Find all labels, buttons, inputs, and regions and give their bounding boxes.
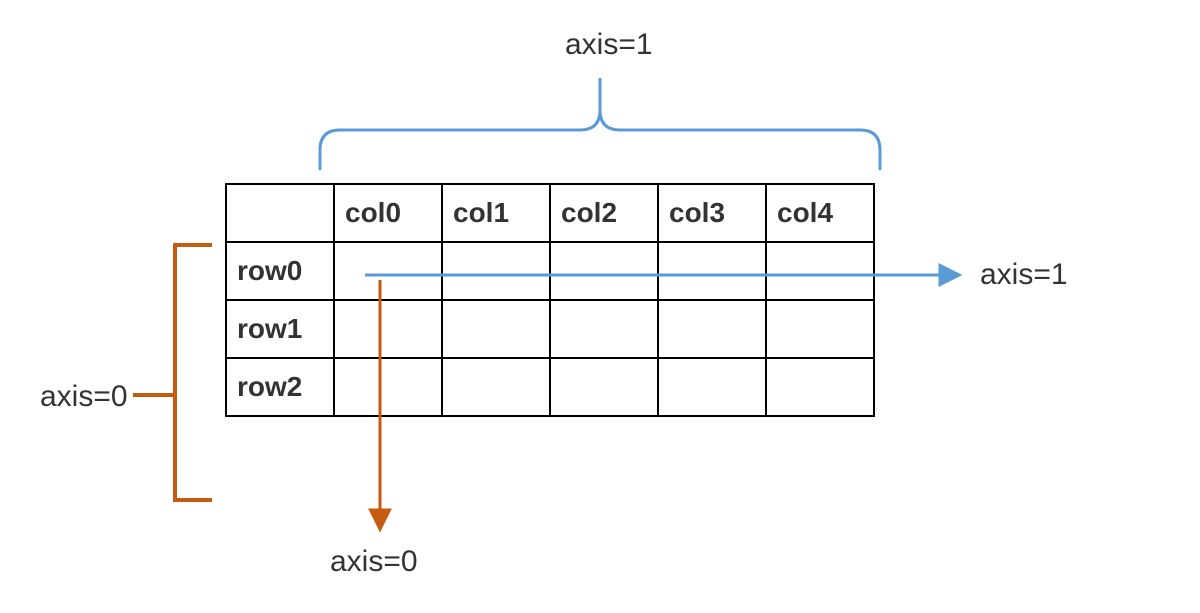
- data-cell: [334, 242, 442, 300]
- axis1-right-label: axis=1: [980, 258, 1068, 292]
- data-cell: [658, 300, 766, 358]
- axis1-top-label: axis=1: [565, 28, 653, 62]
- data-cell: [334, 358, 442, 416]
- axis0-left-bracket: [135, 245, 210, 500]
- data-cell: [658, 242, 766, 300]
- col-header: col3: [658, 184, 766, 242]
- data-row: row1: [226, 300, 874, 358]
- axis0-left-label: axis=0: [40, 380, 128, 414]
- col-header: col1: [442, 184, 550, 242]
- col-header: col2: [550, 184, 658, 242]
- header-row: col0 col1 col2 col3 col4: [226, 184, 874, 242]
- data-cell: [334, 300, 442, 358]
- data-cell: [442, 358, 550, 416]
- data-cell: [766, 358, 874, 416]
- data-cell: [442, 300, 550, 358]
- axis1-top-brace: [320, 78, 880, 170]
- data-cell: [550, 300, 658, 358]
- row-header: row2: [226, 358, 334, 416]
- col-header: col0: [334, 184, 442, 242]
- data-cell: [550, 242, 658, 300]
- grid-table: col0 col1 col2 col3 col4 row0 row1 row2: [225, 183, 875, 417]
- data-cell: [766, 300, 874, 358]
- data-cell: [766, 242, 874, 300]
- data-row: row2: [226, 358, 874, 416]
- row-header: row0: [226, 242, 334, 300]
- axis0-bottom-label: axis=0: [330, 545, 418, 579]
- data-cell: [442, 242, 550, 300]
- data-cell: [658, 358, 766, 416]
- row-header: row1: [226, 300, 334, 358]
- corner-cell: [226, 184, 334, 242]
- data-cell: [550, 358, 658, 416]
- data-row: row0: [226, 242, 874, 300]
- col-header: col4: [766, 184, 874, 242]
